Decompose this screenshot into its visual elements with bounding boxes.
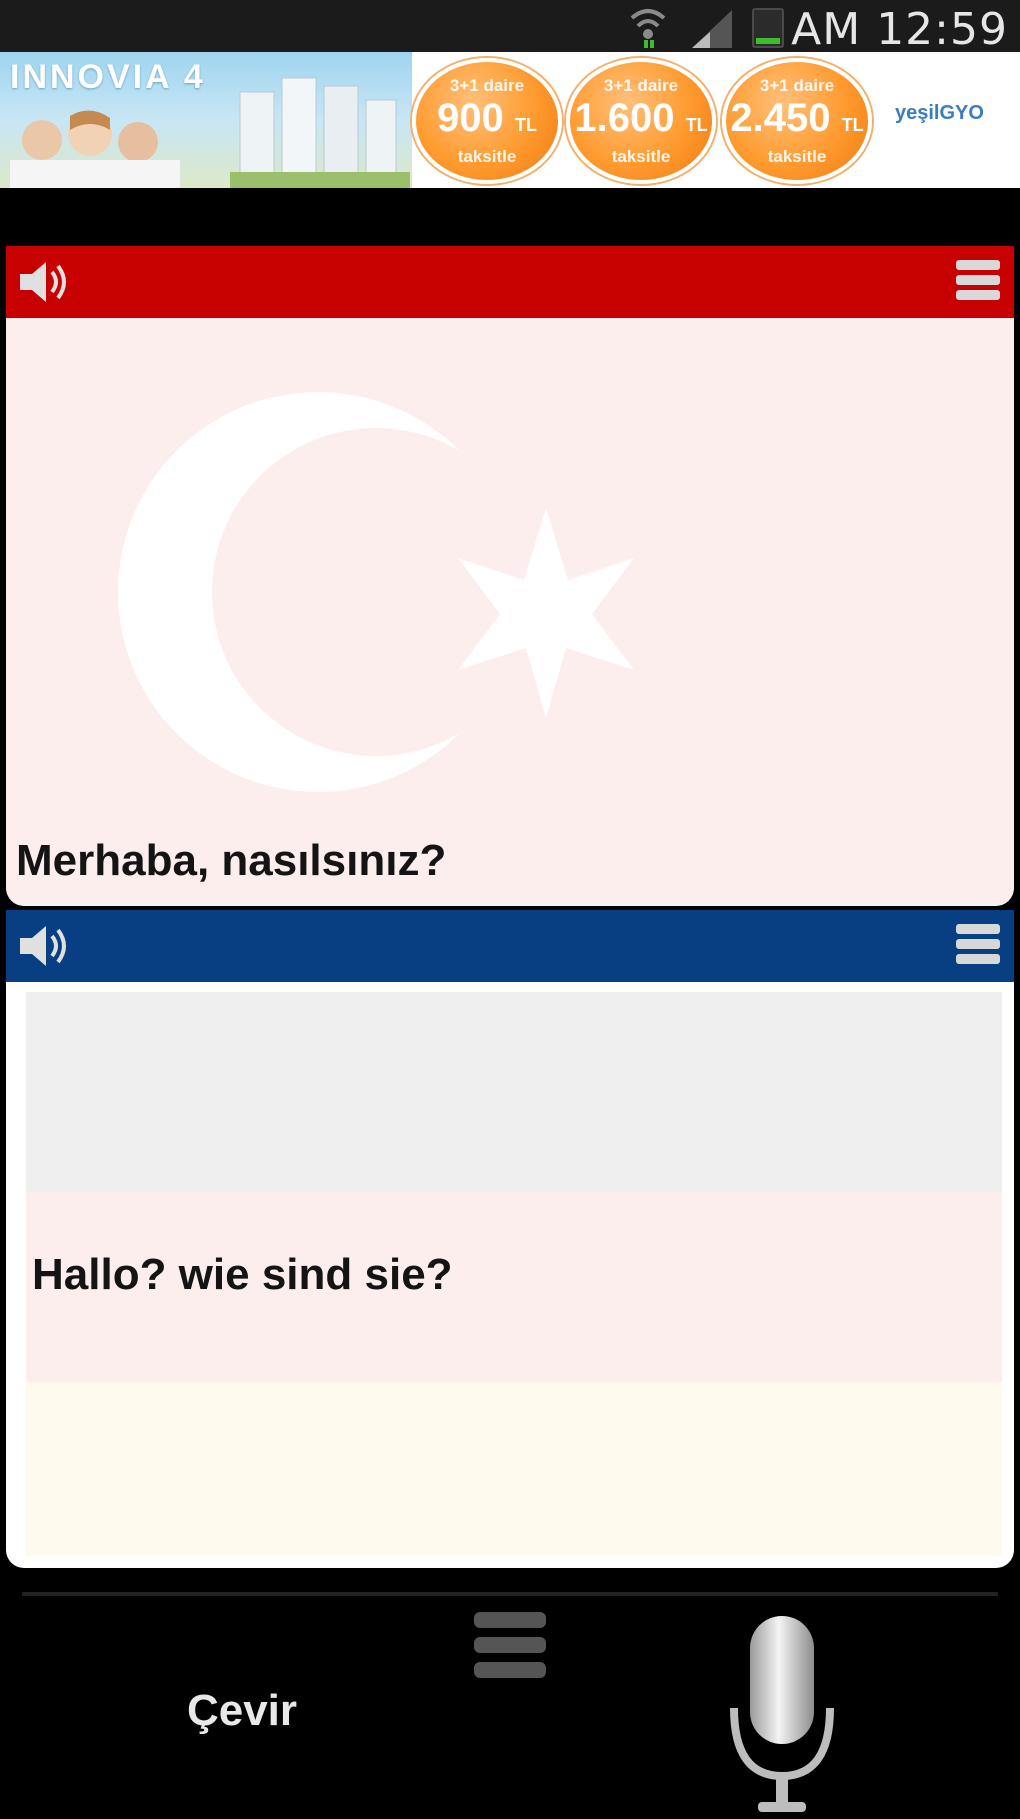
ad-buildings [230,77,410,188]
status-bar: AM 12:59 [0,0,1020,55]
ad-brand: INNOVIA 4 [10,58,206,96]
clock: AM 12:59 [791,4,1008,55]
menu-icon[interactable] [474,1612,546,1688]
ad-offer-badge: 3+1 daire 1.600 TL taksitle [566,58,716,184]
microphone-icon[interactable] [722,1616,842,1819]
source-language-panel: Merhaba, nasılsınız? [6,246,1014,906]
battery-icon [752,8,784,48]
germany-flag-stripe-black [26,992,1002,1192]
ad-image: INNOVIA 4 [0,52,412,188]
target-language-panel: Hallo? wie sind sie? [6,910,1014,1568]
speaker-icon[interactable] [16,258,72,306]
target-panel-header [6,910,1014,982]
signal-icon [692,10,732,48]
translate-button[interactable]: Çevir [142,1676,342,1746]
target-text[interactable]: Hallo? wie sind sie? [32,1250,453,1300]
bottom-toolbar: Çevir [22,1592,998,1819]
menu-icon[interactable] [956,260,1000,306]
germany-flag-stripe-gold [26,1382,1002,1556]
ad-banner[interactable]: INNOVIA 4 3+1 daire 900 TL taksitle 3+1 … [0,52,1020,188]
speaker-icon[interactable] [16,922,72,970]
turkey-flag-watermark [118,392,634,792]
ad-family-photo [10,110,180,188]
ad-offer-badge: 3+1 daire 900 TL taksitle [412,58,562,184]
source-panel-header [6,246,1014,318]
source-text[interactable]: Merhaba, nasılsınız? [16,836,446,886]
ad-offer-badge: 3+1 daire 2.450 TL taksitle [722,58,872,184]
wifi-icon [630,9,666,48]
ad-logo: yeşilGYO [895,102,984,124]
menu-icon[interactable] [956,924,1000,970]
